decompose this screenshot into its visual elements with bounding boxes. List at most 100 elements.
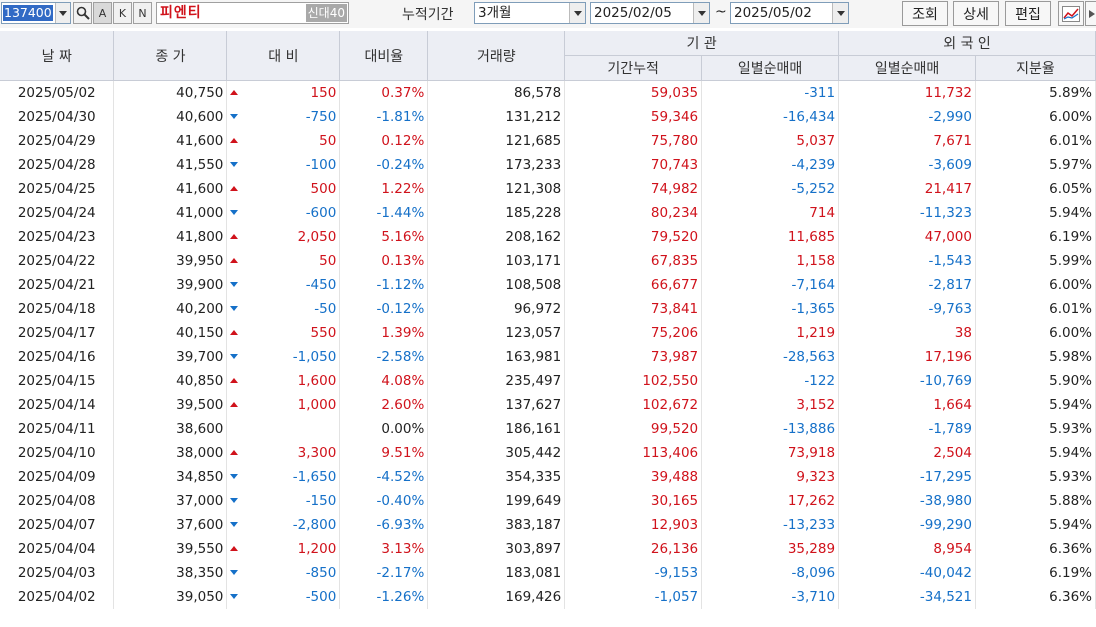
table-body: 2025/05/02 40,750 150 0.37% 86,578 59,035 -311…	[0, 80, 1096, 609]
table-row[interactable]: 2025/04/02 39,050 -500 -1.26% 169,426 -1,057-…	[0, 584, 1096, 609]
row-change: 50	[240, 128, 341, 153]
table-row[interactable]: 2025/05/02 40,750 150 0.37% 86,578 59,035 -311…	[0, 80, 1096, 105]
table-row[interactable]: 2025/04/03 38,350 -850 -2.17% 183,081 -9,153-…	[0, 560, 1096, 585]
col-header-change-rate[interactable]: 대비율	[339, 31, 429, 81]
row-inst-cumulative: 59,346	[564, 104, 703, 129]
col-header-date[interactable]: 날 짜	[0, 31, 115, 81]
row-inst-cumulative: 80,234	[564, 200, 703, 225]
table-row[interactable]: 2025/04/18 40,200 -50 -0.12% 96,972 73,841 -1,…	[0, 296, 1096, 321]
table-row[interactable]: 2025/04/15 40,850 1,600 4.08% 235,497 102,550…	[0, 368, 1096, 393]
table-row[interactable]: 2025/04/30 40,600 -750 -1.81% 131,212 59,346-…	[0, 104, 1096, 129]
table-row[interactable]: 2025/04/04 39,550 1,200 3.13% 303,897 26,136 3…	[0, 536, 1096, 561]
col-header-foreign-daily[interactable]: 일별순매매	[838, 55, 976, 81]
row-change-rate: 0.12%	[339, 128, 429, 153]
table-row[interactable]: 2025/04/23 41,800 2,050 5.16% 208,162 79,520 1…	[0, 224, 1096, 249]
calendar-dropdown-icon[interactable]	[832, 3, 848, 23]
row-date: 2025/04/08	[0, 488, 115, 513]
row-volume: 208,162	[427, 224, 566, 249]
row-close: 39,050	[113, 584, 228, 609]
search-icon[interactable]	[73, 2, 92, 24]
row-date: 2025/04/04	[0, 536, 115, 561]
row-close: 38,000	[113, 440, 228, 465]
query-button-label: 조회	[912, 6, 938, 23]
start-date-field[interactable]: 2025/02/05	[590, 2, 710, 24]
table-row[interactable]: 2025/04/28 41,550 -100 -0.24% 173,233 70,743-…	[0, 152, 1096, 177]
row-inst-daily: 17,262	[701, 488, 840, 513]
table-row[interactable]: 2025/04/24 41,000 -600 -1.44% 185,228 80,234 7…	[0, 200, 1096, 225]
row-close: 41,550	[113, 152, 228, 177]
table-row[interactable]: 2025/04/10 38,000 3,300 9.51% 305,442 113,406…	[0, 440, 1096, 465]
row-date: 2025/04/09	[0, 464, 115, 489]
row-close: 41,000	[113, 200, 228, 225]
filter-k-button[interactable]: K	[113, 2, 132, 24]
col-header-inst-daily[interactable]: 일별순매매	[701, 55, 840, 81]
table-row[interactable]: 2025/04/22 39,950 50 0.13% 103,171 67,835 1,15…	[0, 248, 1096, 273]
col-header-volume[interactable]: 거래량	[427, 31, 566, 81]
chevron-down-icon[interactable]	[569, 3, 585, 23]
row-foreign-daily: -34,521	[838, 584, 976, 609]
table-row[interactable]: 2025/04/09 34,850 -1,650 -4.52% 354,335 39,48…	[0, 464, 1096, 489]
row-volume: 108,508	[427, 272, 566, 297]
table-row[interactable]: 2025/04/07 37,600 -2,800 -6.93% 383,187 12,90…	[0, 512, 1096, 537]
row-date: 2025/04/02	[0, 584, 115, 609]
period-select[interactable]: 3개월	[474, 2, 586, 24]
table-row[interactable]: 2025/04/08 37,000 -150 -0.40% 199,649 30,165 1…	[0, 488, 1096, 513]
row-change-rate: -1.12%	[339, 272, 429, 297]
row-date: 2025/04/17	[0, 320, 115, 345]
down-triangle-icon	[230, 522, 239, 527]
edit-button[interactable]: 편집	[1005, 1, 1051, 26]
down-triangle-icon	[230, 570, 239, 575]
filter-a-button[interactable]: A	[93, 2, 112, 24]
down-triangle-icon	[230, 162, 239, 167]
up-triangle-icon	[230, 186, 239, 191]
col-header-change[interactable]: 대 비	[226, 31, 341, 81]
stock-code-value[interactable]: 137400	[3, 5, 53, 21]
investor-trading-table: 날 짜 종 가 대 비 대비율 거래량 기 관 외 국 인 기간누적 일별순매매…	[0, 31, 1096, 609]
col-header-foreign-share[interactable]: 지분율	[975, 55, 1096, 81]
row-volume: 186,161	[427, 416, 566, 441]
row-volume: 354,335	[427, 464, 566, 489]
table-row[interactable]: 2025/04/17 40,150 550 1.39% 123,057 75,206 1,2…	[0, 320, 1096, 345]
chart-icon[interactable]	[1058, 1, 1084, 26]
row-volume: 173,233	[427, 152, 566, 177]
row-change	[240, 416, 341, 441]
table-row[interactable]: 2025/04/14 39,500 1,000 2.60% 137,627 102,672…	[0, 392, 1096, 417]
row-change-rate: -4.52%	[339, 464, 429, 489]
table-row[interactable]: 2025/04/29 41,600 50 0.12% 121,685 75,780 5,03…	[0, 128, 1096, 153]
expand-icon[interactable]	[1085, 1, 1096, 26]
col-header-inst-cumulative[interactable]: 기간누적	[564, 55, 703, 81]
row-foreign-share: 6.19%	[975, 224, 1096, 249]
row-foreign-share: 5.99%	[975, 248, 1096, 273]
row-date: 2025/04/21	[0, 272, 115, 297]
table-row[interactable]: 2025/04/16 39,700 -1,050 -2.58% 163,981 73,98…	[0, 344, 1096, 369]
row-foreign-daily: -10,769	[838, 368, 976, 393]
row-direction-icon	[227, 513, 241, 537]
row-foreign-daily: 2,504	[838, 440, 976, 465]
row-foreign-share: 5.98%	[975, 344, 1096, 369]
row-foreign-daily: -40,042	[838, 560, 976, 585]
table-row[interactable]: 2025/04/21 39,900 -450 -1.12% 108,508 66,677-…	[0, 272, 1096, 297]
row-inst-daily: 35,289	[701, 536, 840, 561]
table-row[interactable]: 2025/04/11 38,600 0.00% 186,161 99,520 -13,88…	[0, 416, 1096, 441]
end-date-field[interactable]: 2025/05/02	[730, 2, 849, 24]
row-direction-icon	[227, 321, 241, 345]
row-direction-icon	[227, 105, 241, 129]
row-foreign-share: 6.36%	[975, 536, 1096, 561]
query-button[interactable]: 조회	[902, 1, 948, 26]
chevron-down-icon[interactable]	[55, 3, 70, 23]
row-direction-icon	[227, 417, 241, 441]
detail-button[interactable]: 상세	[953, 1, 999, 26]
calendar-dropdown-icon[interactable]	[693, 3, 709, 23]
row-inst-daily: 11,685	[701, 224, 840, 249]
col-header-close[interactable]: 종 가	[113, 31, 228, 81]
stock-code-combo[interactable]: 137400	[1, 2, 71, 24]
table-row[interactable]: 2025/04/25 41,600 500 1.22% 121,308 74,982 -5,…	[0, 176, 1096, 201]
row-inst-daily: -16,434	[701, 104, 840, 129]
row-close: 41,600	[113, 128, 228, 153]
row-inst-daily: -28,563	[701, 344, 840, 369]
row-direction-icon	[227, 153, 241, 177]
row-volume: 183,081	[427, 560, 566, 585]
up-triangle-icon	[230, 234, 239, 239]
row-foreign-share: 6.19%	[975, 560, 1096, 585]
filter-n-button[interactable]: N	[133, 2, 152, 24]
